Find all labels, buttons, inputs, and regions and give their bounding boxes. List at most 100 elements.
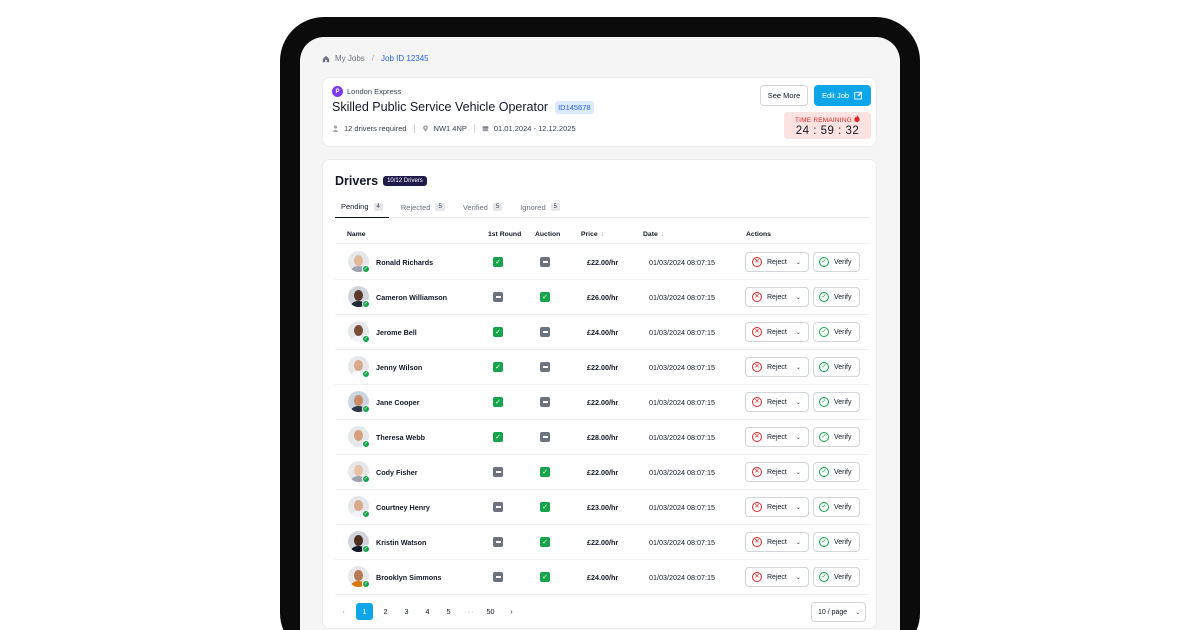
breadcrumb-current[interactable]: Job ID 12345 <box>381 54 429 63</box>
reject-label: Reject <box>767 503 787 511</box>
driver-name[interactable]: Jenny Wilson <box>376 363 422 372</box>
chevron-down-icon[interactable]: ⌄ <box>796 294 801 301</box>
drivers-tabs: Pending 4 Rejected 5 Verified 5 Ignored … <box>335 196 869 218</box>
verify-button[interactable]: ✓ Verify <box>813 497 860 517</box>
auction-unchecked-icon <box>540 397 550 407</box>
verify-button[interactable]: ✓ Verify <box>813 357 860 377</box>
driver-price: £22.00/hr <box>587 363 619 372</box>
verify-button[interactable]: ✓ Verify <box>813 252 860 272</box>
verify-button[interactable]: ✓ Verify <box>813 322 860 342</box>
page-1[interactable]: 1 <box>356 603 373 620</box>
tablet-frame: My Jobs / Job ID 12345 P London Express … <box>280 17 920 630</box>
drivers-count-badge: 10/12 Drivers <box>383 176 427 186</box>
reject-button[interactable]: ✕ Reject ⌄ <box>745 252 809 272</box>
next-page-icon[interactable]: › <box>503 603 520 620</box>
driver-price: £22.00/hr <box>587 538 619 547</box>
page-2[interactable]: 2 <box>377 603 394 620</box>
calendar-icon <box>482 126 489 132</box>
verify-button[interactable]: ✓ Verify <box>813 567 860 587</box>
page-3[interactable]: 3 <box>398 603 415 620</box>
verified-status-icon: ✓ <box>362 440 370 448</box>
auction-checked-icon: ✓ <box>540 572 550 582</box>
verify-button[interactable]: ✓ Verify <box>813 532 860 552</box>
verify-check-icon: ✓ <box>819 502 829 512</box>
drivers-title: Drivers <box>335 174 379 188</box>
reject-button[interactable]: ✕ Reject ⌄ <box>745 567 809 587</box>
driver-date: 01/03/2024 08:07:15 <box>649 433 715 442</box>
verified-status-icon: ✓ <box>362 580 370 588</box>
breadcrumb-home-link[interactable]: My Jobs <box>335 54 365 63</box>
column-first-round: 1st Round <box>488 231 522 238</box>
chevron-down-icon[interactable]: ⌄ <box>796 539 801 546</box>
sort-arrow-icon[interactable]: ↓ <box>661 231 664 238</box>
edit-job-button[interactable]: Edit Job <box>814 85 871 106</box>
verified-status-icon: ✓ <box>362 405 370 413</box>
reject-button[interactable]: ✕ Reject ⌄ <box>745 497 809 517</box>
page-5[interactable]: 5 <box>440 603 457 620</box>
auction-checked-icon: ✓ <box>540 467 550 477</box>
driver-name[interactable]: Theresa Webb <box>376 433 425 442</box>
column-price[interactable]: Price ↓ <box>581 231 604 238</box>
column-date[interactable]: Date ↓ <box>643 231 664 238</box>
tab-rejected[interactable]: Rejected 5 <box>395 196 451 218</box>
reject-x-icon: ✕ <box>752 467 762 477</box>
page-4[interactable]: 4 <box>419 603 436 620</box>
page-50[interactable]: 50 <box>482 603 499 620</box>
verified-status-icon: ✓ <box>362 475 370 483</box>
reject-label: Reject <box>767 398 787 406</box>
driver-name[interactable]: Cody Fisher <box>376 468 418 477</box>
reject-button[interactable]: ✕ Reject ⌄ <box>745 427 809 447</box>
prev-page-icon[interactable]: ‹ <box>335 603 352 620</box>
edit-icon <box>854 91 863 100</box>
page-ellipsis[interactable]: ··· <box>461 603 478 620</box>
driver-name[interactable]: Ronald Richards <box>376 258 433 267</box>
reject-button[interactable]: ✕ Reject ⌄ <box>745 392 809 412</box>
sort-arrow-icon[interactable]: ↓ <box>601 231 604 238</box>
driver-price: £24.00/hr <box>587 573 619 582</box>
tab-ignored[interactable]: Ignored 5 <box>514 196 566 218</box>
app-screen: My Jobs / Job ID 12345 P London Express … <box>300 37 900 630</box>
tab-count: 4 <box>373 202 383 211</box>
driver-name[interactable]: Jerome Bell <box>376 328 417 337</box>
driver-name[interactable]: Brooklyn Simmons <box>376 573 442 582</box>
breadcrumb-separator: / <box>371 54 375 63</box>
driver-price: £23.00/hr <box>587 503 619 512</box>
chevron-down-icon[interactable]: ⌄ <box>796 364 801 371</box>
driver-date: 01/03/2024 08:07:15 <box>649 363 715 372</box>
driver-name[interactable]: Kristin Watson <box>376 538 426 547</box>
tab-pending[interactable]: Pending 4 <box>335 196 389 218</box>
auction-unchecked-icon <box>540 432 550 442</box>
chevron-down-icon[interactable]: ⌄ <box>796 434 801 441</box>
driver-name[interactable]: Courtney Henry <box>376 503 430 512</box>
auction-checked-icon: ✓ <box>540 292 550 302</box>
reject-x-icon: ✕ <box>752 397 762 407</box>
driver-name[interactable]: Cameron Williamson <box>376 293 447 302</box>
verified-status-icon: ✓ <box>362 510 370 518</box>
first-round-checked-icon: ✓ <box>493 397 503 407</box>
reject-button[interactable]: ✕ Reject ⌄ <box>745 532 809 552</box>
reject-button[interactable]: ✕ Reject ⌄ <box>745 462 809 482</box>
driver-price: £22.00/hr <box>587 258 619 267</box>
chevron-down-icon[interactable]: ⌄ <box>796 574 801 581</box>
chevron-down-icon[interactable]: ⌄ <box>796 329 801 336</box>
tab-verified[interactable]: Verified 5 <box>457 196 508 218</box>
chevron-down-icon[interactable]: ⌄ <box>796 399 801 406</box>
driver-price: £22.00/hr <box>587 468 619 477</box>
chevron-down-icon[interactable]: ⌄ <box>796 259 801 266</box>
reject-button[interactable]: ✕ Reject ⌄ <box>745 287 809 307</box>
verified-status-icon: ✓ <box>362 300 370 308</box>
per-page-select[interactable]: 10 / page ⌄ <box>811 602 866 622</box>
verify-button[interactable]: ✓ Verify <box>813 392 860 412</box>
verify-button[interactable]: ✓ Verify <box>813 427 860 447</box>
reject-label: Reject <box>767 363 787 371</box>
see-more-button[interactable]: See More <box>760 85 808 106</box>
chevron-down-icon[interactable]: ⌄ <box>796 504 801 511</box>
reject-button[interactable]: ✕ Reject ⌄ <box>745 357 809 377</box>
verify-button[interactable]: ✓ Verify <box>813 287 860 307</box>
reject-button[interactable]: ✕ Reject ⌄ <box>745 322 809 342</box>
verify-button[interactable]: ✓ Verify <box>813 462 860 482</box>
auction-checked-icon: ✓ <box>540 502 550 512</box>
job-title-row: Skilled Public Service Vehicle Operator … <box>332 100 594 114</box>
chevron-down-icon[interactable]: ⌄ <box>796 469 801 476</box>
driver-name[interactable]: Jane Cooper <box>376 398 420 407</box>
